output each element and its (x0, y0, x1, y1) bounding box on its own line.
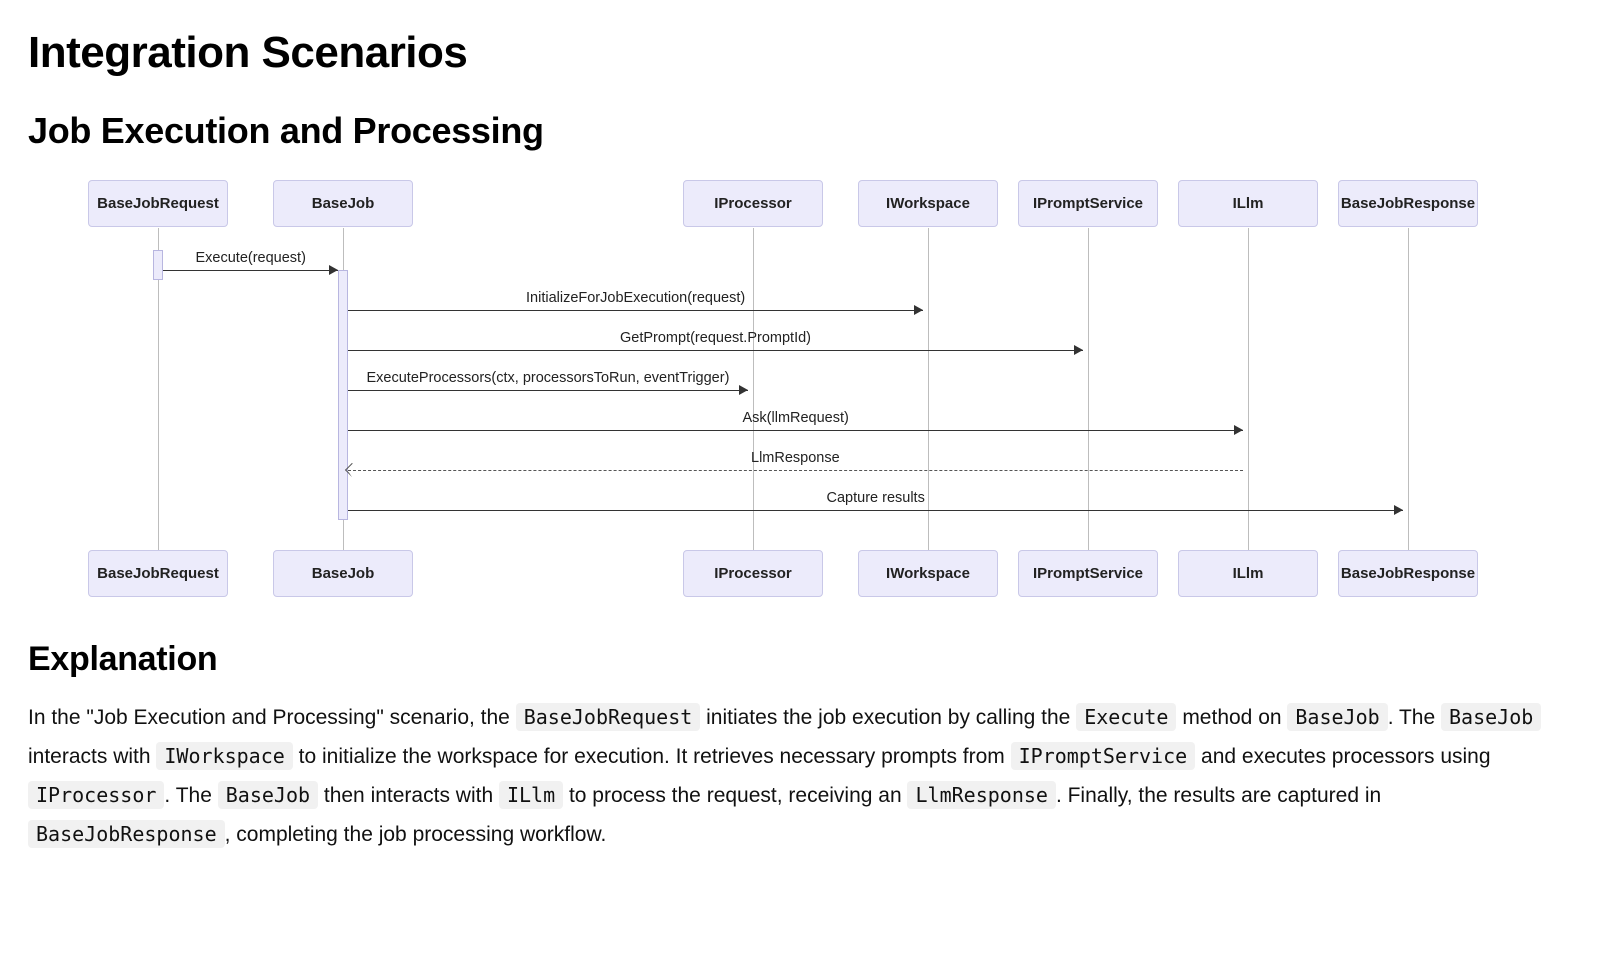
explanation-text-fragment: method on (1176, 706, 1287, 729)
message-line (163, 270, 338, 271)
lifeline (928, 228, 929, 550)
message-line (348, 350, 1083, 351)
message-line (348, 510, 1403, 511)
message-label: InitializeForJobExecution(request) (526, 290, 745, 306)
inline-code: BaseJob (218, 781, 318, 809)
message-label: Ask(llmRequest) (743, 410, 849, 426)
explanation-text-fragment: . The (1388, 706, 1441, 729)
inline-code: IProcessor (28, 781, 164, 809)
inline-code: IPromptService (1011, 742, 1196, 770)
page-title: Integration Scenarios (28, 28, 1572, 78)
arrowhead-icon (329, 265, 338, 275)
lifeline (753, 228, 754, 550)
actor-box-bottom: ILlm (1178, 550, 1318, 597)
explanation-text-fragment: to process the request, receiving an (563, 784, 907, 807)
actor-box-top: IWorkspace (858, 180, 998, 227)
inline-code: BaseJob (1441, 703, 1541, 731)
arrowhead-icon (1074, 345, 1083, 355)
actor-box-bottom: IWorkspace (858, 550, 998, 597)
message-line (348, 470, 1243, 471)
actor-box-top: ILlm (1178, 180, 1318, 227)
message-label: GetPrompt(request.PromptId) (620, 330, 811, 346)
actor-box-top: IProcessor (683, 180, 823, 227)
activation-bar (338, 270, 348, 520)
explanation-text-fragment: . Finally, the results are captured in (1056, 784, 1381, 807)
activation-bar (153, 250, 163, 280)
inline-code: BaseJob (1287, 703, 1387, 731)
inline-code: LlmResponse (907, 781, 1055, 809)
arrowhead-icon (1234, 425, 1243, 435)
explanation-text-fragment: interacts with (28, 745, 156, 768)
inline-code: Execute (1076, 703, 1176, 731)
explanation-heading: Explanation (28, 640, 1572, 679)
sequence-diagram: BaseJobRequest BaseJobRequest BaseJob BaseJ… (58, 180, 1578, 600)
arrowhead-icon (739, 385, 748, 395)
explanation-text-fragment: initiates the job execution by calling t… (700, 706, 1076, 729)
actor-box-bottom: BaseJobResponse (1338, 550, 1478, 597)
actor-box-bottom: IProcessor (683, 550, 823, 597)
explanation-text-fragment: then interacts with (318, 784, 499, 807)
lifeline (1088, 228, 1089, 550)
lifeline (1408, 228, 1409, 550)
arrowhead-icon (914, 305, 923, 315)
explanation-paragraph: In the "Job Execution and Processing" sc… (28, 699, 1568, 854)
message-label: Execute(request) (196, 250, 306, 266)
actor-box-top: BaseJobResponse (1338, 180, 1478, 227)
message-line (348, 430, 1243, 431)
lifeline (1248, 228, 1249, 550)
explanation-text-fragment: to initialize the workspace for executio… (293, 745, 1011, 768)
actor-box-bottom: IPromptService (1018, 550, 1158, 597)
explanation-text-fragment: , completing the job processing workflow… (225, 823, 607, 846)
actor-box-top: BaseJobRequest (88, 180, 228, 227)
message-line (348, 390, 748, 391)
actor-box-bottom: BaseJob (273, 550, 413, 597)
actor-box-bottom: BaseJobRequest (88, 550, 228, 597)
explanation-text-fragment: and executes processors using (1195, 745, 1490, 768)
actor-box-top: BaseJob (273, 180, 413, 227)
explanation-text-fragment: . The (164, 784, 217, 807)
explanation-text-fragment: In the "Job Execution and Processing" sc… (28, 706, 516, 729)
inline-code: BaseJobRequest (516, 703, 701, 731)
message-label: ExecuteProcessors(ctx, processorsToRun, … (367, 370, 730, 386)
arrowhead-icon (1394, 505, 1403, 515)
message-label: LlmResponse (751, 450, 840, 466)
inline-code: ILlm (499, 781, 563, 809)
inline-code: BaseJobResponse (28, 820, 225, 848)
actor-box-top: IPromptService (1018, 180, 1158, 227)
message-line (348, 310, 923, 311)
message-label: Capture results (827, 490, 925, 506)
section-heading: Job Execution and Processing (28, 110, 1572, 152)
inline-code: IWorkspace (156, 742, 292, 770)
